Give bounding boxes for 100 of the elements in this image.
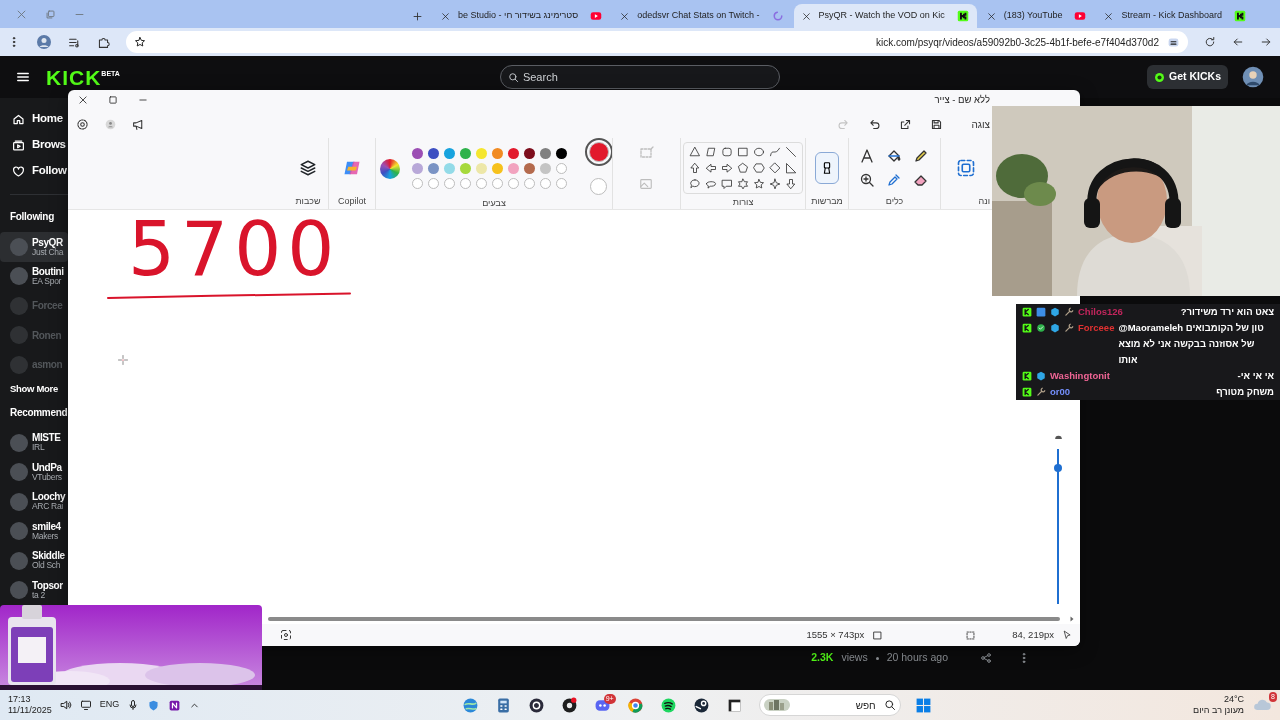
share-icon[interactable] <box>899 117 913 131</box>
settings-icon[interactable] <box>76 117 89 131</box>
volume-icon[interactable] <box>59 699 72 711</box>
browser-tab[interactable]: סטרימינג בשידור חי - be Studio <box>433 4 611 28</box>
chat-username[interactable]: or00 <box>1050 384 1071 400</box>
menu-icon[interactable] <box>16 70 30 84</box>
nav-link[interactable]: Home <box>32 110 63 128</box>
channel-item[interactable]: Skiddle Old Sch <box>0 545 68 576</box>
get-kicks-button[interactable]: Get KICKs <box>1147 65 1228 89</box>
empty-color-slot[interactable] <box>459 178 471 189</box>
crop-icon[interactable] <box>955 157 976 178</box>
down-arrow-shape-icon[interactable] <box>785 178 797 190</box>
channel-item[interactable]: Topsor ta 2 <box>0 575 68 605</box>
browser-tab[interactable]: PsyQR - Watch the VOD on Kic <box>793 4 977 28</box>
address-bar[interactable]: kick.com/psyqr/videos/a59092b0-3c25-4b1f-befe-e7f404d370d2 <box>126 31 1188 53</box>
color-swatch[interactable] <box>411 148 423 159</box>
round-speech-bubble-shape-icon[interactable] <box>689 178 701 190</box>
undo-icon[interactable] <box>868 117 882 131</box>
taskbar-search-field[interactable]: חפש <box>758 694 901 716</box>
empty-color-slot[interactable] <box>443 178 455 189</box>
four-point-star-shape-icon[interactable] <box>769 178 781 190</box>
back-icon[interactable] <box>1232 36 1244 48</box>
nav-link[interactable]: Follow <box>32 162 67 180</box>
show-more-link[interactable]: Show More <box>0 381 68 396</box>
triangle-shape-icon[interactable] <box>689 146 701 158</box>
maximize-icon[interactable] <box>108 95 118 105</box>
start-icon[interactable] <box>914 696 932 714</box>
site-logo[interactable]: KICK <box>46 66 102 88</box>
color-swatch[interactable] <box>475 148 487 159</box>
color-swatch[interactable] <box>507 148 519 159</box>
empty-color-slot[interactable] <box>475 178 487 189</box>
line-shape-icon[interactable] <box>785 146 797 158</box>
color-swatch[interactable] <box>427 163 439 174</box>
close-icon[interactable] <box>986 11 996 21</box>
color-swatch[interactable] <box>539 148 551 159</box>
empty-color-slot[interactable] <box>491 178 503 189</box>
view-menu[interactable]: צוגה <box>971 116 990 132</box>
game-store-icon[interactable] <box>692 696 710 714</box>
close-icon[interactable] <box>620 11 630 21</box>
layers-icon[interactable] <box>299 158 317 177</box>
empty-color-slot[interactable] <box>427 178 439 189</box>
display-icon[interactable] <box>79 699 92 711</box>
channel-item[interactable]: smile4 Makers <box>0 516 68 546</box>
browser-icon[interactable] <box>626 696 644 714</box>
channel-item[interactable]: MISTE IRL <box>0 427 68 458</box>
reload-icon[interactable] <box>1204 36 1216 48</box>
language-indicator[interactable]: ENG <box>99 698 120 712</box>
six-point-star-shape-icon[interactable] <box>737 178 749 190</box>
channel-item[interactable]: PsyQR Just Cha <box>0 232 68 262</box>
curve-shape-icon[interactable] <box>769 146 781 158</box>
close-icon[interactable] <box>801 11 811 21</box>
customize-icon[interactable] <box>1167 35 1180 49</box>
save-icon[interactable] <box>930 117 944 131</box>
square-shape-icon[interactable] <box>737 146 749 158</box>
color-swatch[interactable] <box>507 163 519 174</box>
right-triangle-shape-icon[interactable] <box>785 162 797 174</box>
hexagon-shape-icon[interactable] <box>753 162 765 174</box>
account-icon[interactable] <box>105 118 116 130</box>
empty-color-slot[interactable] <box>411 178 423 189</box>
record-icon[interactable] <box>527 696 545 714</box>
pentagon-shape-icon[interactable] <box>737 162 749 174</box>
brush-button[interactable] <box>815 151 839 184</box>
user-avatar-icon[interactable] <box>1242 66 1264 88</box>
slider-thumb[interactable] <box>1054 463 1062 472</box>
close-icon[interactable] <box>1104 11 1114 21</box>
color-swatch[interactable] <box>523 148 535 159</box>
left-arrow-shape-icon[interactable] <box>705 162 717 174</box>
new-tab-icon[interactable] <box>412 11 423 22</box>
color-wheel-icon[interactable] <box>379 158 400 179</box>
horizontal-scrollbar[interactable] <box>268 617 1060 621</box>
forward-icon[interactable] <box>1260 36 1272 48</box>
color-swatch[interactable] <box>459 148 471 159</box>
color-swatch[interactable] <box>411 163 423 174</box>
color-swatch[interactable] <box>555 148 567 159</box>
music-app-icon[interactable] <box>659 696 677 714</box>
bookmark-star-icon[interactable] <box>134 36 146 48</box>
browser-tab[interactable]: (183) YouTube <box>978 4 1095 28</box>
empty-color-slot[interactable] <box>539 178 551 189</box>
channel-item[interactable]: Boutini EA Spor <box>0 261 68 291</box>
megaphone-icon[interactable] <box>132 117 145 131</box>
five-point-star-shape-icon[interactable] <box>753 178 765 190</box>
microphone-icon[interactable] <box>127 699 140 711</box>
screenshot-icon[interactable] <box>280 629 292 641</box>
color-swatch[interactable] <box>443 163 455 174</box>
rounded-square-shape-icon[interactable] <box>721 146 733 158</box>
browser-tab[interactable]: odedsvr Chat Stats on Twitch - <box>612 4 792 28</box>
color-swatch[interactable] <box>523 163 535 174</box>
color-swatch[interactable] <box>539 163 551 174</box>
close-icon[interactable] <box>78 95 88 105</box>
color-swatch[interactable] <box>475 163 487 174</box>
search-field[interactable]: Search <box>499 65 780 89</box>
profile-avatar-icon[interactable] <box>36 34 52 50</box>
clock-time[interactable]: 17:13 <box>8 693 52 705</box>
chat-username[interactable]: Washingtonit <box>1050 368 1110 384</box>
color-swatch[interactable] <box>459 163 471 174</box>
nav-link[interactable]: Brows <box>32 136 66 154</box>
color-swatch[interactable] <box>491 148 503 159</box>
empty-color-slot[interactable] <box>507 178 519 189</box>
empty-color-slot[interactable] <box>555 178 567 189</box>
channel-item[interactable]: Loochy ARC Rai <box>0 486 68 517</box>
